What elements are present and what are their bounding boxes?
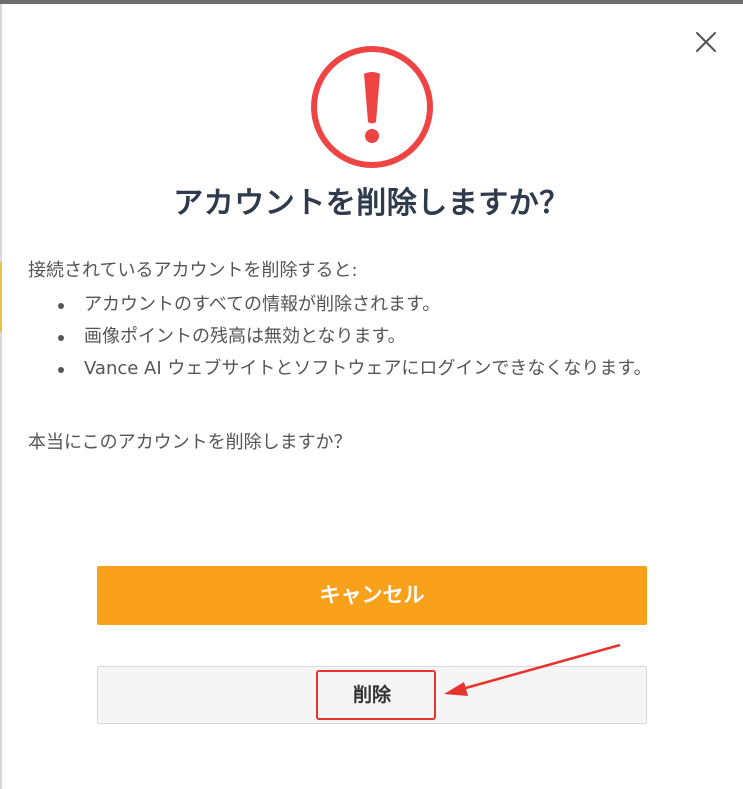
- dialog-title: アカウントを削除しますか？: [173, 186, 570, 221]
- list-item: アカウントのすべての情報が削除されます。: [56, 289, 718, 321]
- window-left-border: [0, 4, 2, 789]
- confirm-question: 本当にこのアカウントを削除しますか？: [28, 432, 352, 453]
- list-item: 画像ポイントの残高は無効となります。: [56, 321, 718, 353]
- window-top-border: [0, 0, 743, 4]
- exclamation-circle-icon: [309, 44, 435, 170]
- dialog-body: 接続されているアカウントを削除すると: アカウントのすべての情報が削除されます。…: [28, 255, 718, 459]
- intro-text: 接続されているアカウントを削除すると:: [28, 260, 358, 281]
- delete-account-dialog: アカウントを削除しますか？ 接続されているアカウントを削除すると: アカウントの…: [0, 0, 743, 789]
- close-icon[interactable]: [690, 26, 722, 58]
- cancel-button[interactable]: キャンセル: [97, 566, 647, 625]
- consequence-list: アカウントのすべての情報が削除されます。 画像ポイントの残高は無効となります。 …: [28, 289, 718, 385]
- delete-button[interactable]: 削除: [97, 666, 647, 724]
- background-accent-strip: [0, 262, 2, 332]
- list-item: Vance AI ウェブサイトとソフトウェアにログインできなくなります。: [56, 353, 718, 385]
